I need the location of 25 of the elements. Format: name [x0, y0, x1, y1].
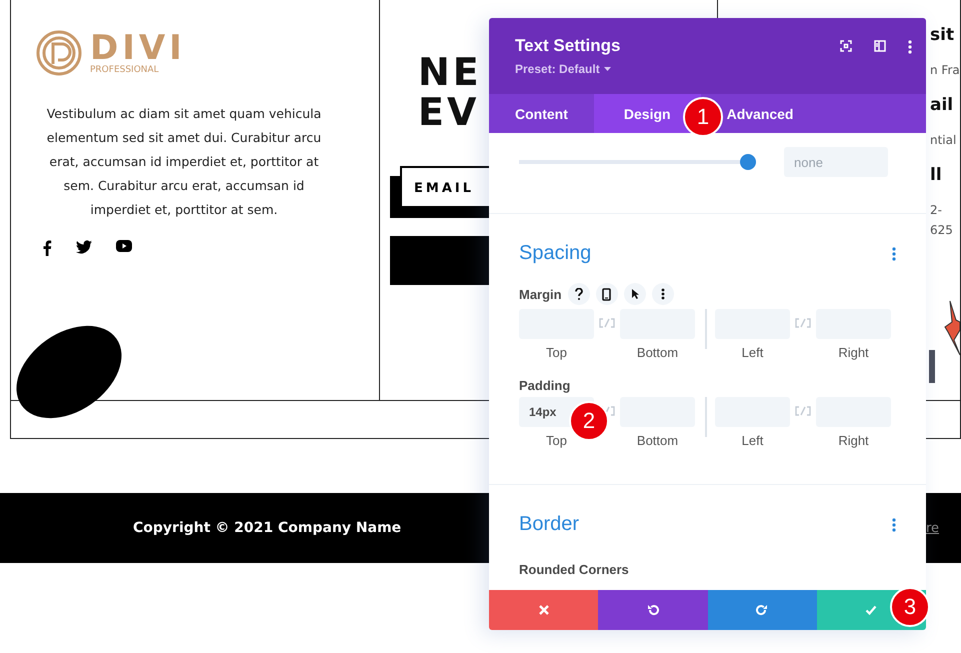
field-label: Rounded Corners: [519, 562, 630, 577]
field-caption: Left: [742, 433, 764, 448]
newsletter-heading: NE EV: [418, 52, 482, 132]
field-caption: Right: [838, 433, 869, 448]
contact-detail: n Fra: [930, 62, 960, 79]
section-title: Border: [519, 513, 580, 536]
field-caption: Top: [546, 433, 567, 448]
contact-heading: ll: [930, 164, 943, 186]
about-text: Vestibulum ac diam sit amet quam vehicula elementum sed sit amet dui. Curabitur arcu erat, accumsan id imperdiet et, porttitor at sem. Curabitur arcu erat, accumsan id imperdiet et, porttitor at sem.: [46, 105, 322, 219]
logo-tagline: PROFESSIONAL: [90, 65, 160, 75]
copyright-text: Copyright © 2021 Company Name: [133, 520, 402, 536]
field-caption: Bottom: [636, 345, 678, 360]
section-title: Spacing: [519, 242, 592, 265]
contact-heading: sit: [930, 24, 956, 46]
field-label: Padding: [519, 378, 570, 393]
panel-title: Text Settings: [515, 36, 622, 56]
field-caption: Left: [742, 345, 764, 360]
field-label: Margin: [519, 286, 562, 302]
contact-detail: ntial: [930, 132, 958, 149]
logo-wordmark: DIVI: [90, 31, 186, 65]
contact-heading: ail: [930, 94, 954, 116]
field-caption: Bottom: [636, 433, 678, 448]
field-caption: Right: [838, 345, 869, 360]
field-caption: Top: [546, 345, 567, 360]
contact-detail: 2-625: [930, 202, 954, 239]
